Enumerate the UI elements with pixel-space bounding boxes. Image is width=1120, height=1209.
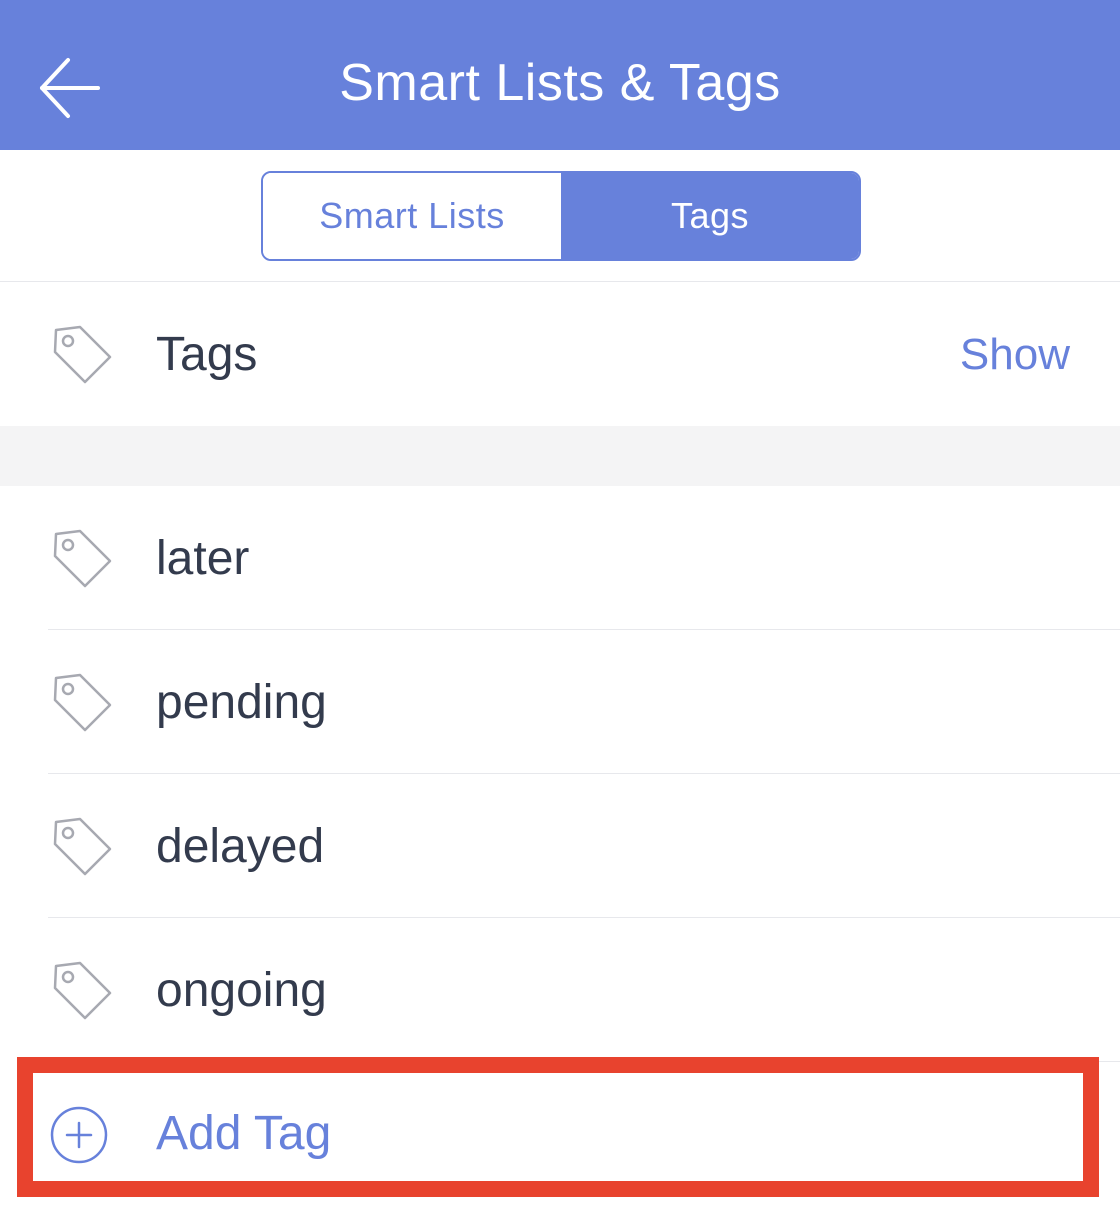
tag-icon <box>53 325 112 384</box>
tag-icon <box>53 529 112 588</box>
tag-row-ongoing[interactable]: ongoing <box>0 918 1120 1061</box>
nav-header: Smart Lists & Tags <box>0 0 1120 150</box>
add-tag-button[interactable]: Add Tag <box>0 1062 1120 1202</box>
tag-label: delayed <box>156 820 325 873</box>
tag-row-pending[interactable]: pending <box>0 630 1120 773</box>
plus-circle-icon <box>50 1106 108 1164</box>
tag-label: ongoing <box>156 964 327 1017</box>
page-title: Smart Lists & Tags <box>339 54 781 112</box>
tag-label: later <box>156 532 250 585</box>
tag-icon <box>53 673 112 732</box>
section-separator <box>0 426 1120 486</box>
tag-row-later[interactable]: later <box>0 486 1120 629</box>
tag-icon <box>53 817 112 876</box>
tab-smart-lists[interactable]: Smart Lists <box>263 173 561 259</box>
tab-tags[interactable]: Tags <box>561 173 859 259</box>
tag-row-delayed[interactable]: delayed <box>0 774 1120 917</box>
tags-section-label: Tags <box>156 328 258 381</box>
segmented-control: Smart Lists Tags <box>261 171 861 261</box>
tag-label: pending <box>156 676 327 729</box>
app-screen: Smart Lists & Tags Smart Lists Tags Tags… <box>0 0 1120 1209</box>
add-tag-label: Add Tag <box>156 1107 332 1160</box>
tag-icon <box>53 961 112 1020</box>
show-tags-button[interactable]: Show <box>960 330 1070 380</box>
tags-section-row: Tags Show <box>0 282 1120 426</box>
